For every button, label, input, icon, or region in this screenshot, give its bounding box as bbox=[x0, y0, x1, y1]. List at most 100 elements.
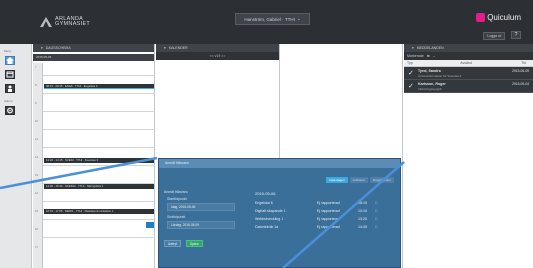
time-slot-line bbox=[43, 129, 155, 130]
calendar-header[interactable]: ▾ KALENDER bbox=[156, 44, 279, 52]
row-time: 10:10 bbox=[358, 209, 367, 213]
hour-label: 8 bbox=[35, 83, 37, 87]
messages-title: MEDDELANDEN bbox=[416, 46, 444, 50]
time-slot-line bbox=[43, 147, 155, 148]
gear-icon bbox=[7, 107, 13, 114]
trash-icon[interactable]: □ bbox=[375, 201, 377, 205]
trash-icon[interactable]: □ bbox=[375, 217, 377, 221]
week-navigator[interactable]: << v19 >> bbox=[156, 52, 279, 60]
date-column-header[interactable]: Tid bbox=[508, 60, 530, 66]
absence-section-label: Anmäl frånvaro bbox=[164, 190, 188, 194]
rail-settings-button[interactable] bbox=[5, 106, 15, 115]
messages-toolbar: Markerade ⇆ ⌄ bbox=[404, 52, 533, 60]
message-row[interactable]: ✓ Tyrol, Sandra Ämnesinformation för Sve… bbox=[404, 67, 533, 80]
brand: Quiculum bbox=[476, 13, 521, 22]
messages-column: ▾ MEDDELANDEN Markerade ⇆ ⌄ Typ Avsänd Ti… bbox=[404, 44, 533, 268]
message-subject: Inlämningsuppgift bbox=[418, 87, 442, 91]
lesson-absence-row[interactable]: Webbutveckling 1 Ej rapporterad 13:20 □ bbox=[255, 217, 395, 224]
time-slot-line bbox=[43, 75, 155, 76]
rail-user-button[interactable] bbox=[5, 84, 15, 93]
hour-label: 7 bbox=[35, 65, 37, 69]
row-course: Engelska 6 bbox=[255, 201, 273, 205]
top-bar: ARLANDA GYMNASIET Hanström, Gabriel · TT… bbox=[0, 0, 533, 44]
chevron-down-icon[interactable]: ⌄ bbox=[433, 52, 436, 60]
type-column-header[interactable]: Typ bbox=[404, 60, 424, 66]
dialog-title: Anmäl frånvaro bbox=[159, 159, 400, 168]
tab-lessons[interactable]: Lektioner bbox=[349, 177, 368, 183]
hour-label: 9 bbox=[35, 101, 37, 105]
time-slot-line bbox=[43, 111, 155, 112]
hour-label: 13 bbox=[35, 173, 39, 177]
collapse-triangle-icon: ▾ bbox=[164, 46, 166, 50]
mark-selected-button[interactable]: Markerade bbox=[407, 52, 424, 60]
swap-icon[interactable]: ⇆ bbox=[427, 52, 430, 60]
row-status: Ej rapporterad bbox=[317, 209, 340, 213]
rail-calendar-button[interactable] bbox=[5, 70, 15, 79]
day-schedule-header[interactable]: ▾ DAGSSCHEMA bbox=[33, 44, 154, 52]
dialog-date-heading: 2015-05-06 bbox=[255, 191, 276, 196]
message-subject: Ämnesinformation för Svenska 3 bbox=[418, 74, 462, 78]
user-menu[interactable]: Hanström, Gabriel · TTHI ⌄ bbox=[235, 13, 310, 25]
hour-label: 17 bbox=[35, 245, 39, 249]
message-sender: Tyrol, Sandra bbox=[418, 69, 441, 73]
selected-lesson-marker[interactable] bbox=[146, 222, 154, 228]
row-time: 08:15 bbox=[358, 201, 367, 205]
tab-whole-day[interactable]: Hela dagen bbox=[326, 177, 348, 183]
time-slot-line bbox=[43, 219, 155, 220]
help-button[interactable]: ? bbox=[511, 31, 521, 39]
day-date: 2015-05-06 bbox=[33, 54, 154, 61]
start-date-field[interactable]: Idag, 2015-05-06 bbox=[167, 203, 235, 211]
hour-label: 16 bbox=[35, 227, 39, 231]
brand-logo-icon bbox=[476, 13, 486, 22]
chevron-down-icon: ⌄ bbox=[296, 16, 301, 21]
lesson-block[interactable]: 08:15 - 09:15 · ENG6 · TTHI · Engelska 6 bbox=[44, 84, 154, 89]
start-time-label: Starttidpunkt bbox=[167, 197, 187, 201]
row-status: Ej rapporterad bbox=[317, 201, 340, 205]
cancel-button[interactable]: Avbryt bbox=[164, 240, 181, 247]
checkmark-icon: ✓ bbox=[408, 70, 414, 77]
absence-dialog: Anmäl frånvaro Hela dagen Lektioner Dags… bbox=[158, 158, 401, 268]
logo-line2: GYMNASIET bbox=[55, 21, 91, 27]
message-sender: Karlsson, Roger bbox=[418, 82, 446, 86]
user-icon bbox=[8, 85, 12, 92]
lesson-absence-row[interactable]: Digitalt skapande 1 Ej rapporterad 10:10… bbox=[255, 209, 395, 216]
checkmark-icon: ✓ bbox=[408, 83, 414, 90]
save-button[interactable]: Spara bbox=[186, 240, 203, 247]
lesson-block[interactable]: 16:15 - 17:05 · MEDI1 · TTHI · Mediekomm… bbox=[44, 209, 154, 214]
logo-text: ARLANDA GYMNASIET bbox=[55, 16, 91, 27]
trash-icon[interactable]: □ bbox=[375, 225, 377, 229]
sender-column-header[interactable]: Avsänd bbox=[424, 60, 508, 66]
tab-day-absence[interactable]: Dagsfrånvaro bbox=[369, 177, 394, 183]
hour-label: 14 bbox=[35, 191, 39, 195]
end-date-field[interactable]: Lördag, 2015-05-09 bbox=[167, 221, 235, 229]
home-icon bbox=[6, 57, 14, 64]
trash-icon[interactable]: □ bbox=[375, 209, 377, 213]
message-row[interactable]: ✓ Karlsson, Roger Inlämningsuppgift 2015… bbox=[404, 80, 533, 93]
dialog-tabs: Hela dagen Lektioner Dagsfrånvaro bbox=[326, 177, 394, 183]
rail-home-button[interactable] bbox=[5, 56, 15, 65]
school-logo[interactable]: ARLANDA GYMNASIET bbox=[40, 16, 91, 27]
message-date: 2015-05-05 bbox=[512, 69, 529, 73]
hour-label: 15 bbox=[35, 209, 39, 213]
end-time-label: Sluttidpunkt bbox=[167, 215, 186, 219]
row-course: Digitalt skapande 1 bbox=[255, 209, 286, 213]
calendar-icon bbox=[6, 71, 14, 78]
hour-label: 12 bbox=[35, 155, 39, 159]
logout-button[interactable]: Logga ut bbox=[483, 32, 505, 40]
hour-label: 10 bbox=[35, 119, 39, 123]
rail-menu-label: Meny bbox=[4, 49, 12, 53]
messages-header[interactable]: ▾ MEDDELANDEN bbox=[404, 44, 533, 52]
rail-admin-label: Admin bbox=[4, 99, 13, 103]
lesson-absence-row[interactable]: Engelska 6 Ej rapporterad 08:15 □ bbox=[255, 201, 395, 208]
collapse-triangle-icon: ▾ bbox=[412, 46, 414, 50]
hour-gutter: 7 8 9 10 11 12 13 14 15 16 17 bbox=[33, 63, 43, 268]
message-date: 2015-05-04 bbox=[512, 82, 529, 86]
time-slot-line bbox=[43, 237, 155, 238]
lesson-block[interactable]: 13:20 - 14:15 · SVE03 · TTHI · Svenska 3 bbox=[44, 158, 154, 163]
left-rail: Meny Admin bbox=[0, 44, 32, 268]
row-status: Ej rapporterad bbox=[317, 217, 340, 221]
calendar-title: KALENDER bbox=[168, 46, 188, 50]
lesson-absence-row[interactable]: Datorteknik 1a Ej rapporterad 14:45 □ bbox=[255, 225, 395, 232]
lesson-block[interactable]: 14:30 - 15:30 · NKEK02 · TTHI · Näringsl… bbox=[44, 184, 154, 189]
day-schedule-title: DAGSSCHEMA bbox=[45, 46, 71, 50]
